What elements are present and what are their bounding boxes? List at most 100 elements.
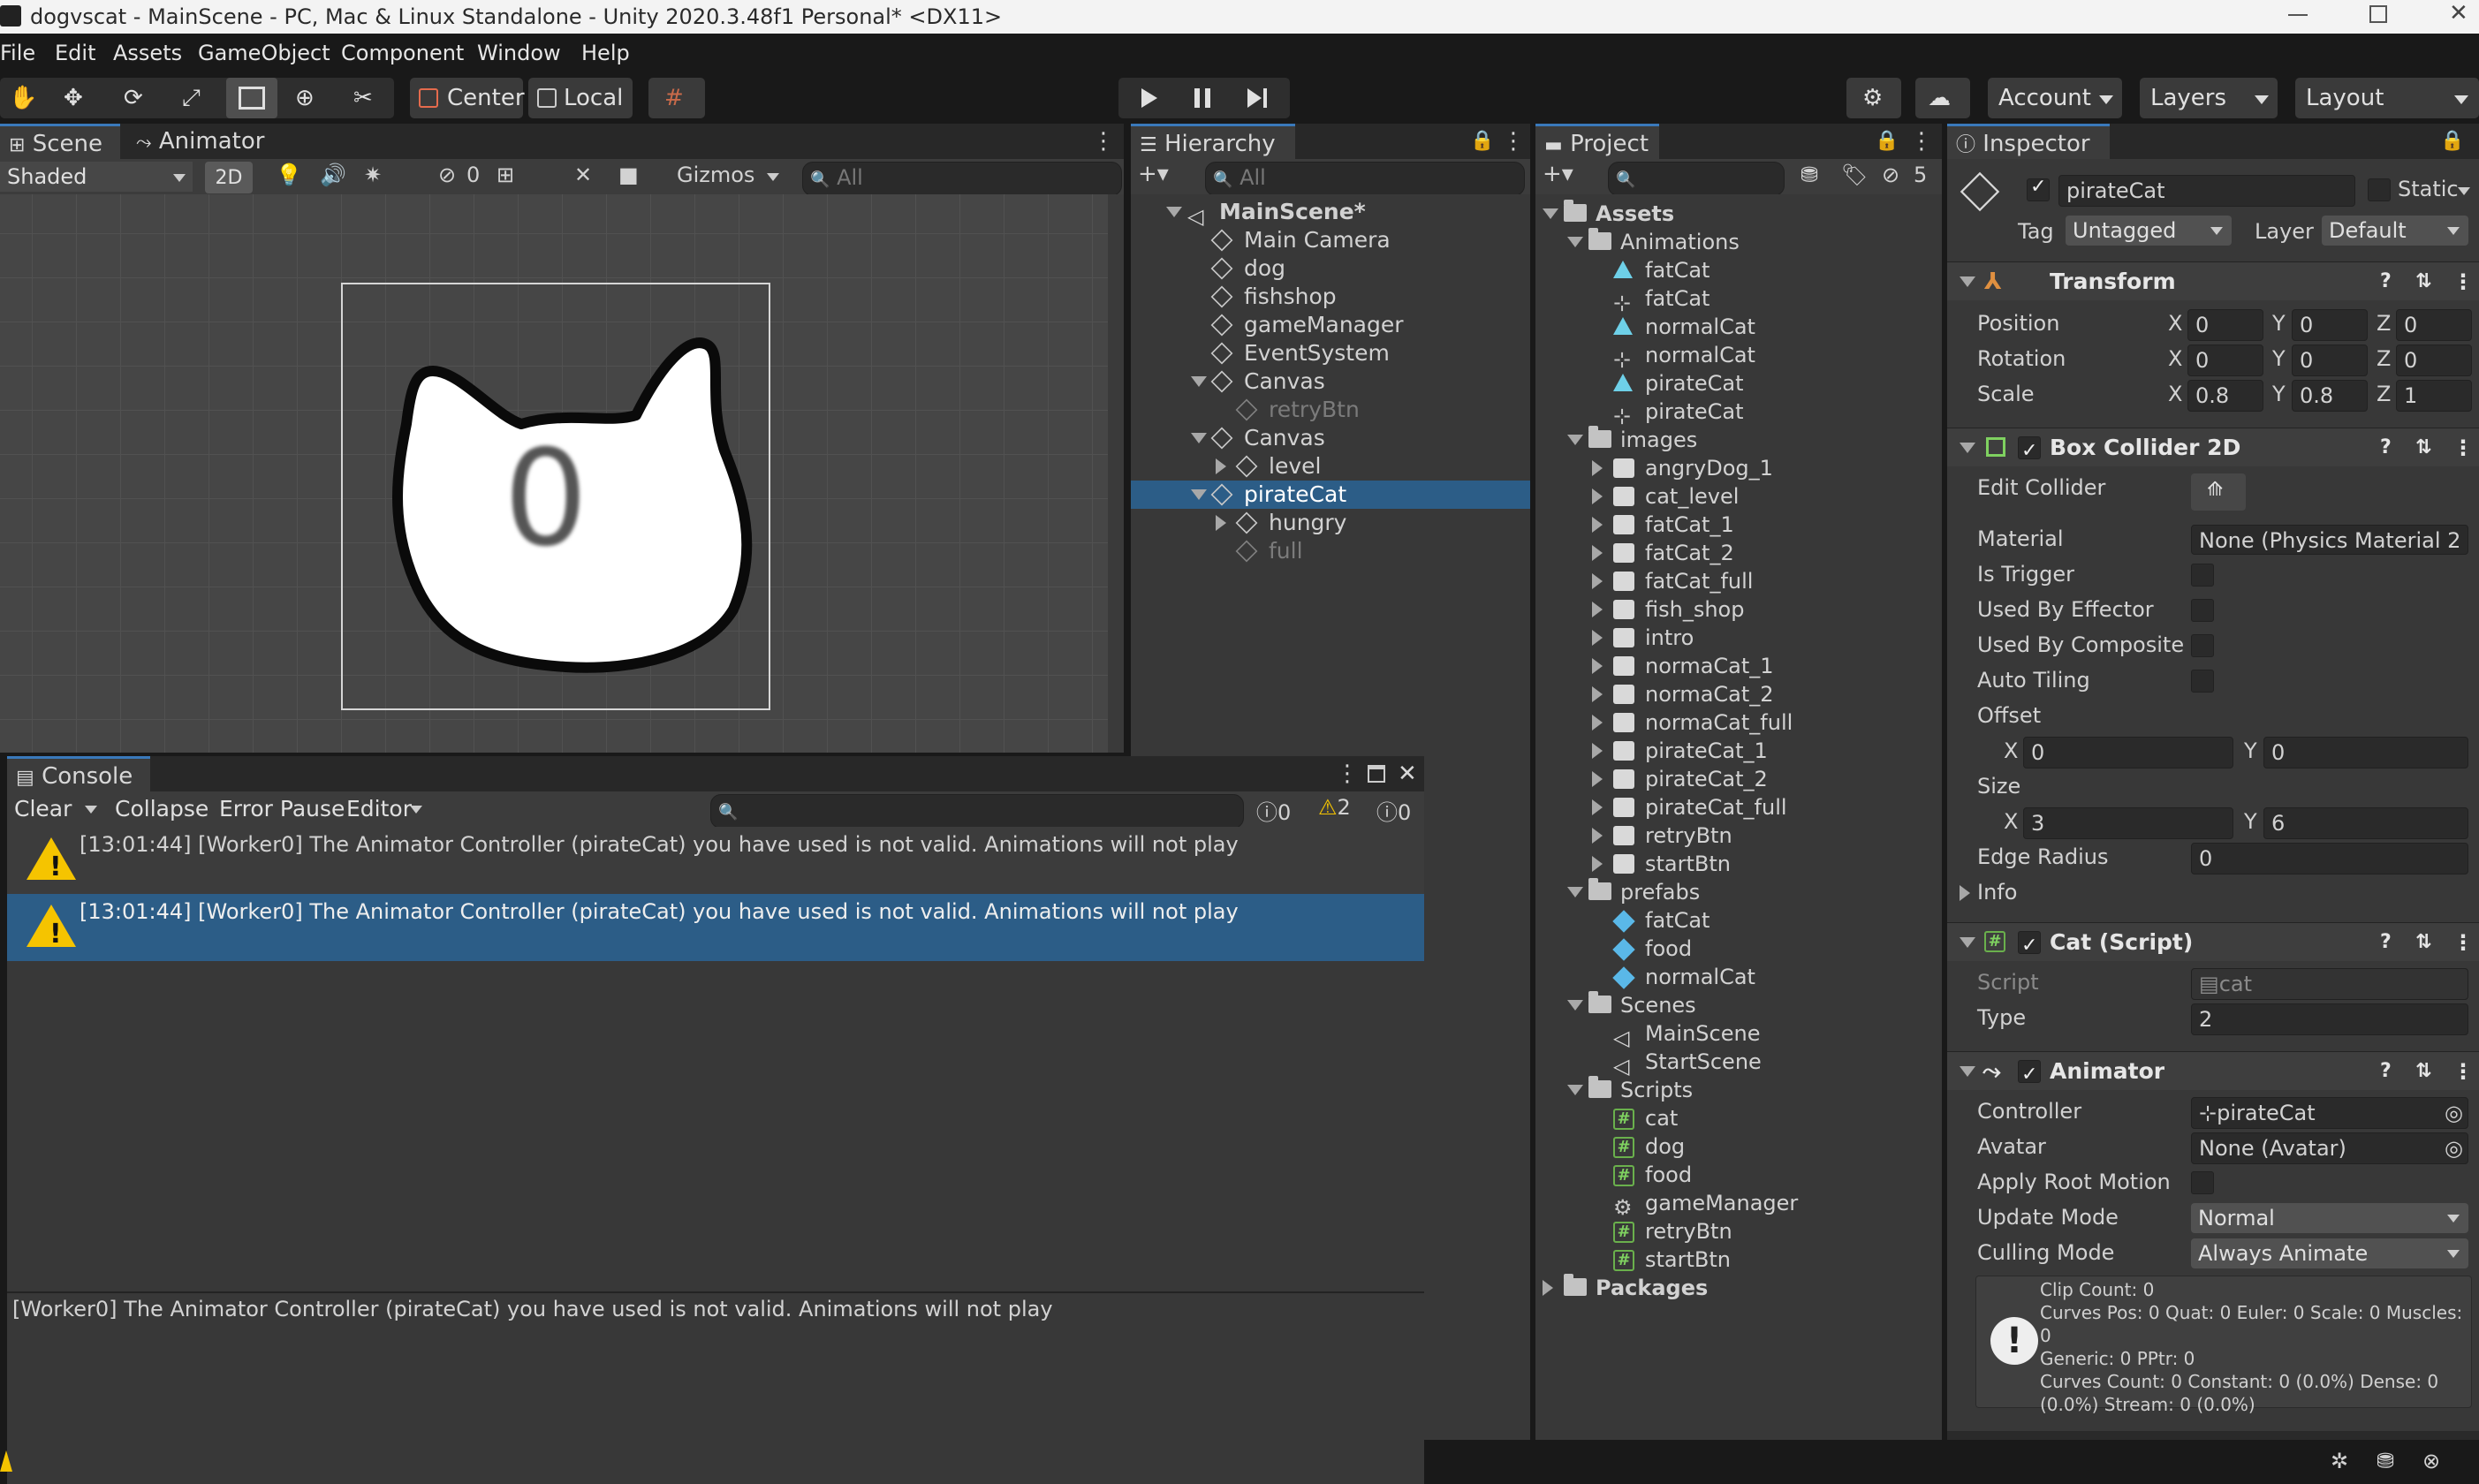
project-item[interactable]: # startBtn [1535, 1246, 1942, 1274]
layers-dropdown[interactable]: Layers [2140, 78, 2278, 118]
tab-animator[interactable]: ⤳ Animator [136, 124, 264, 161]
project-item[interactable]: ◁ MainScene [1535, 1019, 1942, 1050]
position-x-input[interactable]: 0 [2187, 309, 2263, 341]
hierarchy-item[interactable]: EventSystem [1131, 339, 1530, 367]
project-item[interactable]: ⊹ fatCat [1535, 284, 1942, 315]
scale-tool-icon[interactable]: ⤢ [182, 78, 201, 118]
hierarchy-item[interactable]: retryBtn [1131, 396, 1530, 424]
collapsed-arrow-icon[interactable] [1592, 573, 1603, 589]
console-menu-icon[interactable]: ⋮ [1336, 756, 1359, 791]
expanded-arrow-icon[interactable] [1567, 887, 1583, 897]
project-item[interactable]: fatCat [1535, 906, 1942, 935]
audio-icon[interactable]: 🔊 [320, 163, 346, 187]
transform-tool-icon[interactable]: ⊕ [295, 78, 315, 118]
hierarchy-item[interactable]: level [1131, 452, 1530, 481]
search-by-type-icon[interactable]: ⛃ [1800, 163, 1818, 187]
hierarchy-item[interactable]: gameManager [1131, 311, 1530, 339]
rect-tool-icon[interactable] [226, 78, 277, 118]
expanded-arrow-icon[interactable] [1567, 237, 1583, 247]
expanded-arrow-icon[interactable] [1567, 1085, 1583, 1095]
expanded-arrow-icon[interactable] [1543, 208, 1558, 219]
hierarchy-menu-icon[interactable]: ⋮ [1502, 124, 1525, 159]
component-menu-icon[interactable]: ⋮ [2452, 1052, 2474, 1091]
step-button[interactable] [1247, 88, 1262, 108]
project-item[interactable]: Packages [1535, 1274, 1942, 1302]
type-input[interactable]: 2 [2191, 1003, 2468, 1035]
project-item[interactable]: Scripts [1535, 1076, 1942, 1104]
expanded-arrow-icon[interactable] [1567, 435, 1583, 445]
mode-2d-button[interactable]: 2D [205, 162, 253, 193]
edit-collider-button[interactable]: ⟰ [2191, 473, 2246, 511]
hierarchy-search-input[interactable]: 🔍 All [1205, 162, 1525, 196]
info-count-toggle[interactable]: ⓘ0 [1256, 795, 1291, 826]
play-button[interactable] [1141, 88, 1157, 108]
animator-enabled-checkbox[interactable]: ✓ [2018, 1060, 2041, 1086]
help-icon[interactable]: ? [2380, 923, 2392, 962]
static-checkbox[interactable] [2368, 178, 2391, 201]
grid-snap-button[interactable]: # [648, 78, 705, 118]
collapse-icon[interactable] [1960, 443, 1975, 453]
project-item[interactable]: Assets [1535, 200, 1942, 228]
apply-root-motion-checkbox[interactable] [2191, 1171, 2214, 1194]
tab-inspector[interactable]: ⓘ Inspector [1947, 124, 2110, 159]
layer-dropdown[interactable]: Default [2322, 216, 2468, 246]
editor-dropdown[interactable]: Editor [346, 791, 412, 827]
culling-mode-dropdown[interactable]: Always Animate [2191, 1238, 2468, 1268]
project-item[interactable]: fatCat_2 [1535, 539, 1942, 567]
collapsed-arrow-icon[interactable] [1592, 602, 1603, 617]
lock-icon[interactable]: 🔒 [2440, 124, 2464, 159]
transform-header[interactable]: ⅄ Transform ? ⇅ ⋮ [1947, 261, 2479, 300]
shading-dropdown[interactable]: Shaded [0, 162, 193, 192]
position-z-input[interactable]: 0 [2396, 309, 2472, 341]
project-item[interactable]: startBtn [1535, 850, 1942, 878]
pivot-center-button[interactable]: Center [410, 78, 525, 118]
expanded-arrow-icon[interactable] [1191, 433, 1207, 443]
project-item[interactable]: pirateCat_full [1535, 793, 1942, 822]
hand-tool-icon[interactable]: ✋ [9, 78, 37, 118]
active-checkbox[interactable]: ✓ [2027, 176, 2050, 201]
collapsed-arrow-icon[interactable] [1543, 1280, 1553, 1296]
error-count-toggle[interactable]: ⓘ0 [1376, 795, 1411, 826]
object-picker-icon[interactable]: ◎ [2445, 1133, 2463, 1163]
scale-y-input[interactable]: 0.8 [2292, 380, 2368, 412]
lock-icon[interactable]: 🔒 [1470, 124, 1494, 159]
hierarchy-item[interactable]: pirateCat [1131, 481, 1530, 509]
effects-icon[interactable]: ✷ [364, 163, 382, 187]
object-name-input[interactable]: pirateCat [2058, 175, 2355, 207]
help-icon[interactable]: ? [2380, 428, 2392, 467]
animator-header[interactable]: ⤳ ✓ Animator ? ⇅ ⋮ [1947, 1051, 2479, 1090]
expanded-arrow-icon[interactable] [1166, 207, 1182, 217]
pause-button[interactable] [1194, 88, 1210, 108]
chevron-down-icon[interactable] [2458, 187, 2470, 195]
size-y-input[interactable]: 6 [2263, 807, 2468, 839]
project-item[interactable]: # retryBtn [1535, 1217, 1942, 1246]
project-item[interactable]: # dog [1535, 1132, 1942, 1161]
collapse-icon[interactable] [1960, 937, 1975, 948]
lock-icon[interactable]: 🔒 [1875, 124, 1899, 159]
project-item[interactable]: prefabs [1535, 878, 1942, 906]
hierarchy-item[interactable]: Canvas [1131, 367, 1530, 396]
info-expand-icon[interactable] [1960, 885, 1970, 901]
hierarchy-item[interactable]: dog [1131, 254, 1530, 283]
hierarchy-item[interactable]: Main Camera [1131, 226, 1530, 254]
account-dropdown[interactable]: Account [1988, 78, 2122, 118]
preset-icon[interactable]: ⇅ [2415, 1052, 2431, 1091]
cache-icon[interactable]: ⛃ [2377, 1449, 2394, 1473]
progress-icon[interactable]: ⊗ [2422, 1449, 2440, 1473]
menu-gameobject[interactable]: GameObject [198, 41, 330, 65]
is-trigger-checkbox[interactable] [2191, 564, 2214, 587]
cat-script-header[interactable]: # ✓ Cat (Script) ? ⇅ ⋮ [1947, 922, 2479, 961]
preset-icon[interactable]: ⇅ [2415, 262, 2431, 301]
collapsed-arrow-icon[interactable] [1216, 515, 1226, 531]
layout-dropdown[interactable]: Layout [2295, 78, 2479, 118]
expanded-arrow-icon[interactable] [1191, 376, 1207, 387]
preset-icon[interactable]: ⇅ [2415, 923, 2431, 962]
box-collider-header[interactable]: ✓ Box Collider 2D ? ⇅ ⋮ [1947, 428, 2479, 466]
scale-z-input[interactable]: 1 [2396, 380, 2472, 412]
tab-project[interactable]: ▬ Project [1535, 124, 1659, 159]
project-item[interactable]: normaCat_2 [1535, 680, 1942, 708]
scene-search-input[interactable]: 🔍 All [802, 162, 1122, 196]
collapsed-arrow-icon[interactable] [1592, 743, 1603, 759]
project-item[interactable]: fatCat_1 [1535, 511, 1942, 539]
collapsed-arrow-icon[interactable] [1592, 488, 1603, 504]
